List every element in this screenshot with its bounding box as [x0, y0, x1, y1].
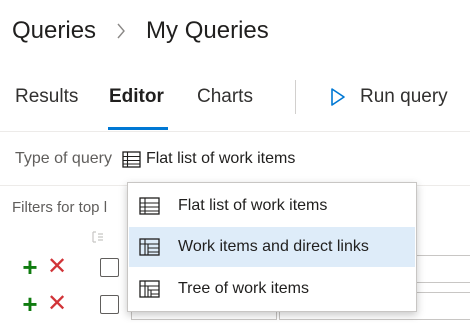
tab-results[interactable]: Results — [15, 86, 78, 108]
close-icon[interactable]: ✕ — [46, 292, 68, 316]
menu-item-label: Work items and direct links — [178, 238, 369, 255]
menu-item-direct-links[interactable]: Work items and direct links — [129, 227, 415, 267]
flat-list-icon — [139, 197, 160, 215]
breadcrumb: Queries My Queries — [12, 14, 269, 48]
toolbar-divider — [295, 80, 296, 114]
editor-tab-bar: Results Editor Charts Run query — [0, 80, 470, 130]
run-query-label: Run query — [360, 86, 448, 107]
filter-row: + ✕ — [18, 254, 119, 280]
filters-label: Filters for top l — [12, 199, 108, 216]
menu-item-flat-list[interactable]: Flat list of work items — [129, 186, 415, 226]
direct-links-icon — [139, 238, 160, 256]
tab-editor[interactable]: Editor — [109, 86, 164, 108]
chevron-right-icon — [116, 23, 126, 39]
run-query-button[interactable]: Run query — [330, 86, 448, 108]
menu-item-label: Tree of work items — [178, 280, 309, 297]
group-clauses-icon[interactable] — [90, 230, 104, 244]
menu-item-tree[interactable]: Tree of work items — [129, 269, 415, 309]
tab-bar-divider — [0, 131, 470, 132]
breadcrumb-queries-link[interactable]: Queries — [12, 17, 96, 45]
filter-row: + ✕ — [18, 291, 119, 317]
plus-icon[interactable]: + — [18, 254, 42, 280]
close-icon[interactable]: ✕ — [46, 255, 68, 279]
plus-icon[interactable]: + — [18, 291, 42, 317]
filter-row-checkbox[interactable] — [100, 257, 119, 277]
query-type-value: Flat list of work items — [145, 150, 296, 167]
flat-list-icon — [122, 150, 141, 168]
query-type-dropdown[interactable]: Flat list of work items — [122, 150, 295, 168]
query-type-row: Type of query Flat list of work items — [15, 150, 295, 168]
page-title: My Queries — [146, 17, 269, 44]
tree-icon — [139, 280, 160, 298]
query-type-dropdown-menu: Flat list of work items Work items and d… — [127, 182, 417, 312]
selected-tab-indicator — [108, 127, 168, 130]
filter-row-checkbox[interactable] — [100, 294, 119, 314]
query-type-label: Type of query — [15, 150, 112, 167]
tab-charts[interactable]: Charts — [197, 86, 253, 108]
menu-item-label: Flat list of work items — [178, 197, 328, 214]
play-icon — [330, 87, 346, 107]
